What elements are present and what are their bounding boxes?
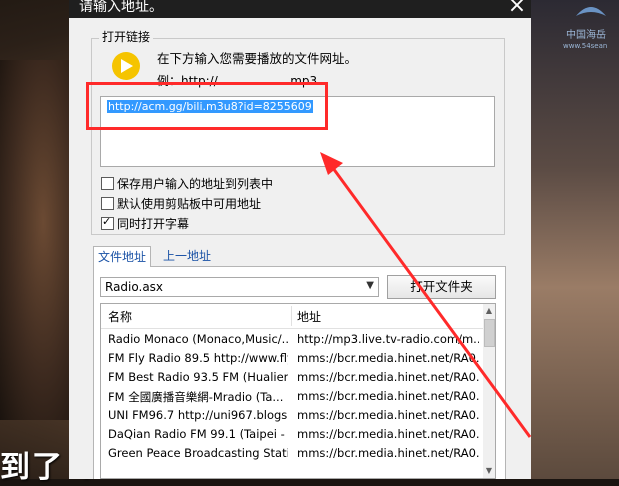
annotation-arrow-icon [320, 152, 532, 438]
